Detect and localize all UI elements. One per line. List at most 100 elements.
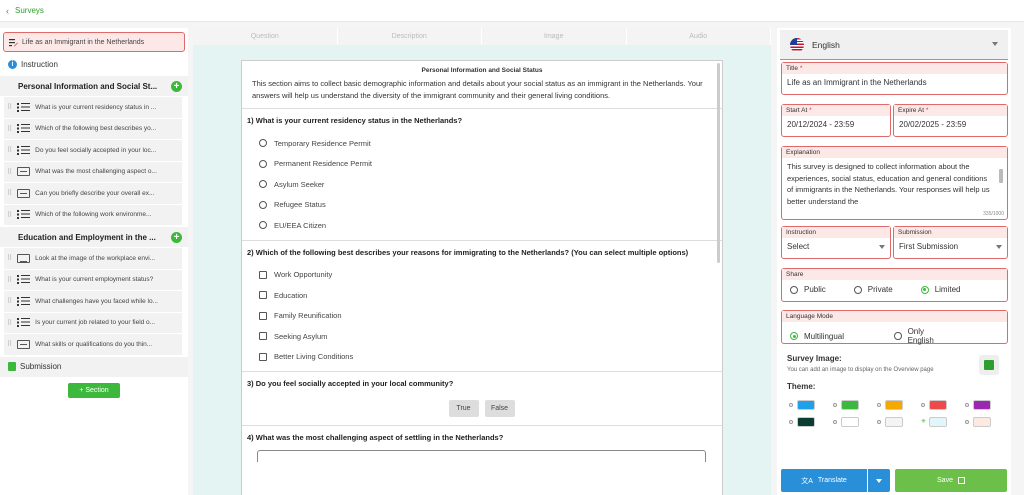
question-list-item[interactable]: ⠿ Can you briefly describe your overall e… xyxy=(4,183,182,204)
tab-description[interactable]: Description xyxy=(337,28,481,45)
drag-handle-icon[interactable]: ⠿ xyxy=(7,254,12,262)
start-at-field[interactable]: Start At * 20/12/2024 - 23:59 xyxy=(781,104,891,137)
theme-color-chip[interactable] xyxy=(885,400,903,410)
submission-select[interactable]: Submission First Submission xyxy=(893,226,1008,259)
drag-handle-icon[interactable]: ⠿ xyxy=(7,146,12,154)
drag-handle-icon[interactable]: ⠿ xyxy=(7,211,12,219)
drag-handle-icon[interactable]: ⠿ xyxy=(7,340,12,348)
theme-color-chip[interactable] xyxy=(797,400,815,410)
radio-circle[interactable] xyxy=(259,221,267,230)
radio-option[interactable]: EU/EEA Citizen xyxy=(247,215,716,236)
theme-swatch[interactable] xyxy=(877,400,921,410)
theme-color-chip[interactable] xyxy=(929,417,947,427)
drag-handle-icon[interactable]: ⠿ xyxy=(7,125,12,133)
drag-handle-icon[interactable]: ⠿ xyxy=(7,168,12,176)
language-select[interactable]: English xyxy=(780,30,1008,60)
theme-color-chip[interactable] xyxy=(841,400,859,410)
theme-swatch[interactable] xyxy=(921,400,965,410)
question-list-item[interactable]: ⠿ Is your current job related to your fie… xyxy=(4,312,182,333)
add-section-button[interactable]: + Section xyxy=(68,382,120,398)
question-list-item[interactable]: ⠿ What is your current employment status? xyxy=(4,269,182,290)
checkbox-option[interactable]: Education xyxy=(247,285,716,306)
checkbox-box[interactable] xyxy=(259,270,267,279)
title-field[interactable]: Title * Life as an Immigrant in the Neth… xyxy=(781,62,1008,95)
theme-color-chip[interactable] xyxy=(841,417,859,427)
theme-radio[interactable] xyxy=(965,420,969,424)
preview-scrollbar[interactable] xyxy=(717,63,720,263)
chevron-left-icon[interactable]: ‹ xyxy=(6,6,9,16)
question-list-item[interactable]: ⠿ Which of the following best describes y… xyxy=(4,118,182,139)
radio-circle[interactable] xyxy=(259,159,267,168)
theme-radio[interactable] xyxy=(789,420,793,424)
theme-color-chip[interactable] xyxy=(973,400,991,410)
tab-image[interactable]: Image xyxy=(482,28,626,45)
checkbox-option[interactable]: Better Living Conditions xyxy=(247,347,716,368)
radio-option[interactable]: Only English xyxy=(894,327,949,345)
theme-radio[interactable] xyxy=(965,403,969,407)
theme-swatch[interactable] xyxy=(833,417,877,427)
drag-handle-icon[interactable]: ⠿ xyxy=(7,276,12,284)
drag-handle-icon[interactable]: ⠿ xyxy=(7,103,12,111)
section-header[interactable]: Personal Information and Social St... + xyxy=(0,76,188,96)
theme-radio[interactable] xyxy=(877,420,881,424)
radio-circle[interactable] xyxy=(894,332,902,340)
question-list-item[interactable]: ⠿ What is your current residency status i… xyxy=(4,97,182,118)
theme-radio[interactable] xyxy=(789,403,793,407)
radio-option[interactable]: Refugee Status xyxy=(247,195,716,216)
theme-radio[interactable] xyxy=(921,403,925,407)
checkbox-box[interactable] xyxy=(259,332,267,341)
add-image-button[interactable] xyxy=(979,355,999,375)
theme-color-chip[interactable] xyxy=(973,417,991,427)
tab-audio[interactable]: Audio xyxy=(626,28,770,45)
checkbox-option[interactable]: Family Reunification xyxy=(247,306,716,327)
add-question-icon[interactable]: + xyxy=(171,231,182,243)
answer-textarea[interactable] xyxy=(257,450,706,462)
checkbox-box[interactable] xyxy=(259,291,267,300)
radio-option[interactable]: Limited xyxy=(920,285,961,294)
question-list-item[interactable]: ⠿ Do you feel socially accepted in your l… xyxy=(4,140,182,161)
true-button[interactable]: True xyxy=(448,400,479,417)
add-question-icon[interactable]: + xyxy=(171,80,182,92)
theme-swatch[interactable] xyxy=(965,417,1009,427)
explanation-scrollbar[interactable] xyxy=(999,163,1003,193)
start-at-input[interactable]: 20/12/2024 - 23:59 xyxy=(782,116,890,133)
save-button[interactable]: Save xyxy=(895,469,1007,492)
drag-handle-icon[interactable]: ⠿ xyxy=(7,297,12,305)
explanation-textarea[interactable]: This survey is designed to collect infor… xyxy=(782,158,1007,208)
explanation-field[interactable]: Explanation This survey is designed to c… xyxy=(781,146,1008,220)
title-input[interactable]: Life as an Immigrant in the Netherlands xyxy=(782,74,1007,91)
theme-swatch[interactable] xyxy=(833,400,877,410)
expire-at-input[interactable]: 20/02/2025 - 23:59 xyxy=(894,116,1007,133)
radio-circle[interactable] xyxy=(790,285,798,294)
radio-circle[interactable] xyxy=(259,200,267,209)
radio-circle[interactable] xyxy=(259,180,267,189)
theme-swatch[interactable] xyxy=(789,400,833,410)
checkbox-box[interactable] xyxy=(259,352,267,361)
question-list-item[interactable]: ⠿ What was the most challenging aspect o.… xyxy=(4,161,182,182)
drag-handle-icon[interactable]: ⠿ xyxy=(7,319,12,327)
radio-option[interactable]: Public xyxy=(790,285,826,294)
survey-title-item[interactable]: Life as an Immigrant in the Netherlands xyxy=(3,32,185,52)
instruction-item[interactable]: i Instruction xyxy=(0,54,188,74)
radio-circle[interactable] xyxy=(853,285,862,294)
radio-option[interactable]: Asylum Seeker xyxy=(247,174,716,195)
question-list-item[interactable]: ⠿ What challenges have you faced while lo… xyxy=(4,291,182,312)
translate-button[interactable]: 文A Translate xyxy=(781,469,867,492)
theme-color-chip[interactable] xyxy=(797,417,815,427)
submission-item[interactable]: Submission xyxy=(0,356,188,377)
false-button[interactable]: False xyxy=(484,400,515,417)
theme-color-chip[interactable] xyxy=(885,417,903,427)
checkbox-option[interactable]: Work Opportunity xyxy=(247,265,716,286)
theme-radio[interactable] xyxy=(833,420,837,424)
question-list-item[interactable]: ⠿ What skills or qualifications do you th… xyxy=(4,334,182,355)
checkbox-box[interactable] xyxy=(259,311,267,320)
section-header[interactable]: Education and Employment in the ... + xyxy=(0,227,188,247)
instruction-select[interactable]: Instruction Select xyxy=(781,226,891,259)
question-list-item[interactable]: ⠿ Which of the following work environme..… xyxy=(4,204,182,225)
drag-handle-icon[interactable]: ⠿ xyxy=(7,189,12,197)
radio-circle[interactable] xyxy=(790,332,798,340)
radio-circle[interactable] xyxy=(259,139,267,148)
question-list-item[interactable]: ⠿ Look at the image of the workplace envi… xyxy=(4,248,182,269)
theme-color-chip[interactable] xyxy=(929,400,947,410)
back-to-surveys-link[interactable]: Surveys xyxy=(15,6,44,15)
